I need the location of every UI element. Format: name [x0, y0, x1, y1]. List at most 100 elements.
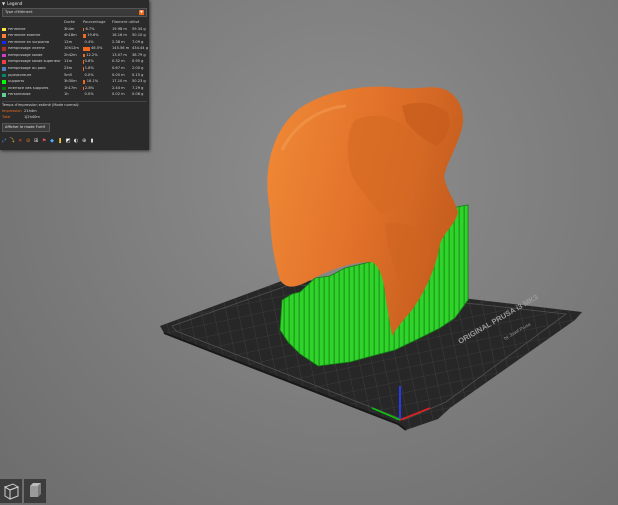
col-percent-header: Pourcentage — [83, 20, 106, 25]
col-length-header: Filament utilisé — [112, 20, 140, 25]
feature-name: Jupe/Bordure — [8, 73, 32, 77]
feature-length: 16.16 m — [112, 33, 127, 38]
color-swatch-cell — [0, 67, 8, 71]
feature-length: 0.05 m — [112, 72, 125, 77]
color-swatch — [2, 73, 6, 78]
feature-percent: 0.4% — [83, 39, 112, 45]
color-swatch — [2, 67, 6, 71]
show-stealth-mode-button[interactable]: Afficher le mode Furtif — [2, 123, 50, 133]
feature-percent: 6.7% — [83, 26, 112, 32]
color-swatch-cell — [0, 80, 8, 84]
pause-icon[interactable]: ❚ — [57, 137, 63, 145]
color-swatch — [2, 27, 6, 32]
feature-percent: 16.1% — [83, 80, 112, 84]
percent-value: 6.7% — [85, 26, 95, 31]
feature-time: 12m — [64, 39, 73, 44]
view-type-select[interactable]: Type d'élément ▼ — [2, 8, 147, 17]
color-swatch — [2, 86, 6, 91]
orthographic-cube-icon[interactable] — [24, 479, 46, 503]
color-swatch — [2, 47, 6, 51]
legend-toolbar: ⤢ ⤵ ✕ ⊘ ⊞ ⚑ ◆ ❚ ◩ ◐ ⊕ ▮ — [1, 137, 95, 145]
legend-row[interactable]: Périmètre en surplomb 12m 0.4% 2.38 m 7.09 g — [0, 39, 149, 46]
percent-bar — [83, 27, 84, 32]
collapse-arrow-icon[interactable]: ▼ — [2, 2, 5, 6]
tool-changes-icon[interactable]: ⚑ — [41, 137, 47, 145]
feature-weight: 7.09 g — [132, 39, 144, 44]
legend-row[interactable]: Remplissage du pont 23m 1.8% 0.67 m 2.00 g — [0, 66, 149, 73]
legend-row[interactable]: Remplissage interne 10h12m 46.5% 145.56 m 43… — [0, 46, 149, 53]
settings-icon[interactable]: ▮ — [89, 137, 95, 145]
chevron-down-icon[interactable]: ▼ — [139, 10, 144, 15]
feature-percent: 19.6% — [83, 33, 112, 38]
legend-row[interactable]: Jupe/Bordure 5m5 0.0% 0.05 m 0.15 g — [0, 72, 149, 79]
feature-weight: 434.44 g — [132, 46, 148, 51]
feature-percent: 1.8% — [83, 66, 112, 71]
feature-name: Personnalisé — [8, 93, 31, 97]
feature-name: Remplissage du pont — [8, 67, 46, 71]
percent-bar — [83, 53, 85, 58]
color-swatch — [2, 53, 6, 58]
feature-length: 0.02 m — [112, 92, 125, 97]
feature-time: 11m — [64, 59, 73, 64]
total-time-label: Total — [2, 115, 11, 120]
col-time-header: Durée — [64, 20, 75, 25]
feature-name: Périmètre externe — [8, 34, 41, 38]
shells-icon[interactable]: ◐ — [73, 137, 79, 145]
percent-value: 0.0% — [84, 92, 94, 97]
retractions-icon[interactable]: ✕ — [17, 137, 23, 145]
feature-time: 1h — [64, 92, 69, 97]
travel-icon[interactable]: ⤢ — [1, 137, 7, 145]
feature-time: 4h18m — [64, 33, 77, 38]
legend-row[interactable]: Interface des supports 1h17m 2.8% 2.44 m 7.2… — [0, 85, 149, 92]
legend-row[interactable]: Remplissage solide supérieur 11m 0.8% 0.32 … — [0, 59, 149, 66]
color-swatch-cell — [0, 47, 8, 51]
feature-weight: 50.10 g — [132, 33, 146, 38]
feature-percent: 12.2% — [83, 53, 112, 58]
percent-value: 2.8% — [84, 85, 95, 90]
feature-time: 23m — [64, 66, 73, 71]
feature-name: Remplissage solide supérieur — [8, 60, 61, 64]
color-swatch-cell — [0, 34, 8, 38]
color-swatch-cell — [0, 93, 8, 98]
feature-time: 3h4m — [64, 26, 75, 31]
feature-weight: 0.06 g — [132, 92, 144, 97]
color-swatch — [2, 34, 6, 38]
legend-row[interactable]: Périmètre 3h4m 6.7% 19.98 m 59.34 g — [0, 26, 149, 33]
color-swatch-cell — [0, 60, 8, 65]
view-mode-switch — [0, 479, 46, 503]
percent-value: 0.8% — [84, 59, 94, 64]
color-swatch-cell — [0, 53, 8, 58]
legend-row[interactable]: Personnalisé 1h 0.0% 0.02 m 0.06 g — [0, 92, 149, 99]
color-swatch-cell — [0, 73, 8, 78]
percent-value: 46.5% — [91, 46, 103, 51]
legend-row[interactable]: Remplissage solide 2h42m 12.2% 13.07 m 38.79… — [0, 52, 149, 59]
feature-length: 17.10 m — [112, 79, 127, 84]
legend-row[interactable]: Périmètre externe 4h18m 19.6% 16.16 m 50.10 … — [0, 33, 149, 40]
feature-name: Remplissage solide — [8, 53, 43, 57]
feature-percent: 2.8% — [83, 85, 112, 91]
feature-weight: 50.23 g — [132, 79, 146, 84]
color-swatch — [2, 40, 6, 45]
feature-weight: 7.29 g — [132, 85, 144, 90]
feature-percent: 0.0% — [83, 73, 112, 78]
legend-row[interactable]: Supports 3h30m 16.1% 17.10 m 50.23 g — [0, 79, 149, 86]
print-time-value: 21h4m — [24, 109, 37, 114]
percent-bar — [83, 47, 90, 51]
feature-length: 2.44 m — [112, 85, 125, 90]
feature-length: 0.32 m — [112, 59, 125, 64]
tool-marker-icon[interactable]: ⊕ — [81, 137, 87, 145]
feature-percent: 0.0% — [83, 93, 112, 97]
percent-value: 1.8% — [84, 66, 94, 71]
view-type-value: Type d'élément — [5, 9, 33, 14]
feature-time: 5m5 — [64, 72, 73, 77]
percent-bar — [83, 34, 86, 38]
perspective-cube-icon[interactable] — [0, 479, 22, 503]
feature-time: 1h17m — [64, 85, 77, 90]
legend-header[interactable]: ▼ Legend — [0, 0, 149, 8]
custom-gcode-icon[interactable]: ◩ — [65, 137, 71, 145]
color-changes-icon[interactable]: ◆ — [49, 137, 55, 145]
deretractions-icon[interactable]: ⊘ — [25, 137, 31, 145]
seams-icon[interactable]: ⊞ — [33, 137, 39, 145]
wipe-icon[interactable]: ⤵ — [9, 137, 15, 145]
percent-value: 0.4% — [84, 39, 94, 44]
